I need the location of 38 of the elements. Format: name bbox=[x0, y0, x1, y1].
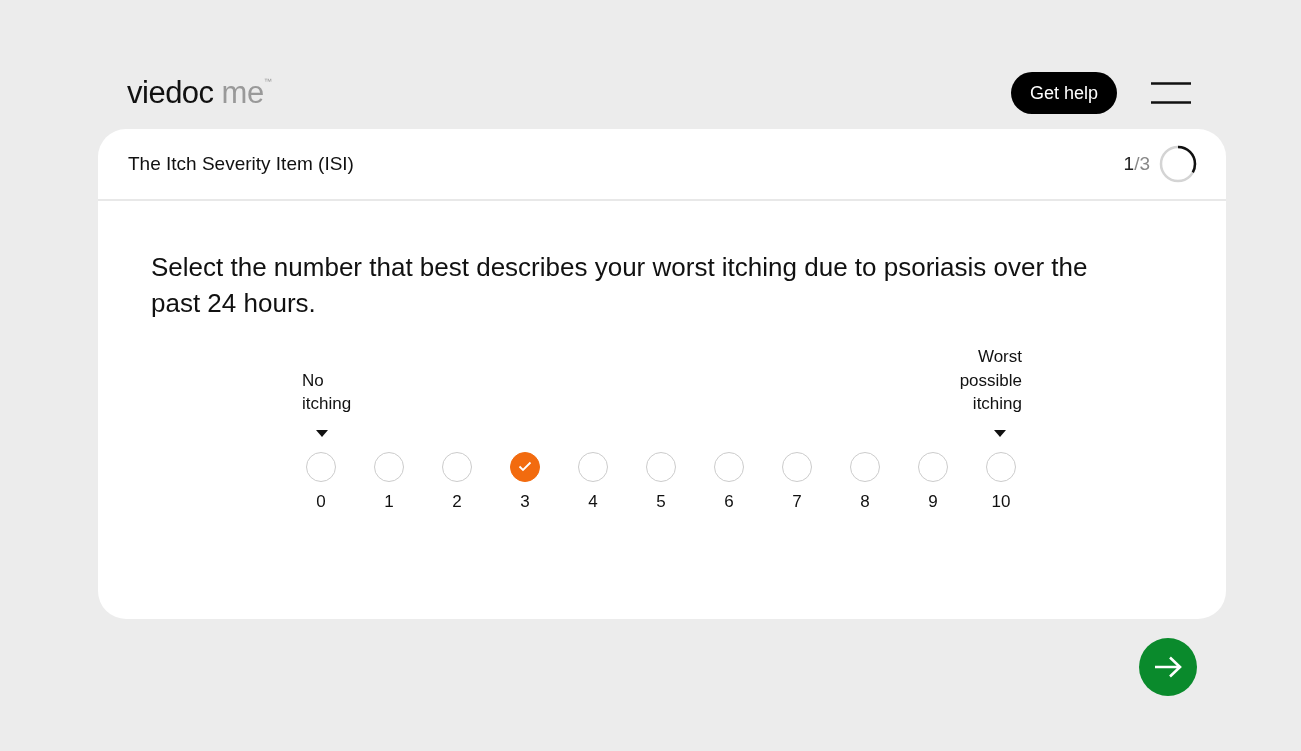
scale-high-label: Worst possible itching bbox=[958, 346, 1022, 415]
progress-ring bbox=[1159, 145, 1197, 183]
option-number: 8 bbox=[860, 491, 870, 512]
page-counter: 1/3 bbox=[1123, 153, 1150, 175]
option-number: 5 bbox=[656, 491, 666, 512]
option-number: 10 bbox=[991, 491, 1011, 512]
radio-button[interactable] bbox=[918, 451, 948, 482]
radio-button[interactable] bbox=[782, 451, 812, 482]
help-button[interactable]: Get help bbox=[1010, 72, 1117, 114]
next-button[interactable] bbox=[1139, 638, 1197, 696]
radio-button[interactable] bbox=[646, 451, 676, 482]
option-number: 4 bbox=[588, 491, 598, 512]
radio-button[interactable] bbox=[850, 451, 880, 482]
radio-button[interactable] bbox=[442, 451, 472, 482]
option-number: 6 bbox=[724, 491, 734, 512]
radio-button[interactable] bbox=[714, 451, 744, 482]
arrow-right-icon bbox=[1154, 656, 1182, 678]
option-number: 7 bbox=[792, 491, 802, 512]
logo-subtext: me bbox=[221, 75, 264, 111]
question-text: Select the number that best describes your worst itching due to psoriasis over the past 24 hours. bbox=[151, 251, 1089, 320]
option-number: 1 bbox=[384, 491, 394, 512]
checkmark-icon bbox=[518, 461, 532, 472]
option-number: 2 bbox=[452, 491, 462, 512]
questionnaire-title: The Itch Severity Item (ISI) bbox=[128, 153, 354, 175]
radio-button[interactable] bbox=[510, 451, 540, 482]
option-number: 3 bbox=[520, 491, 530, 512]
radio-button[interactable] bbox=[306, 451, 336, 482]
option-number: 0 bbox=[316, 491, 326, 512]
trademark-mark: ™ bbox=[263, 77, 272, 86]
radio-button[interactable] bbox=[986, 451, 1016, 482]
down-arrow-icon bbox=[994, 429, 1006, 437]
radio-button[interactable] bbox=[578, 451, 608, 482]
radio-button[interactable] bbox=[374, 451, 404, 482]
logo-text: viedoc bbox=[127, 75, 214, 111]
down-arrow-icon bbox=[316, 429, 328, 437]
option-number: 9 bbox=[928, 491, 938, 512]
menu-icon[interactable] bbox=[1151, 82, 1191, 104]
scale-low-label: No itching bbox=[302, 369, 353, 415]
